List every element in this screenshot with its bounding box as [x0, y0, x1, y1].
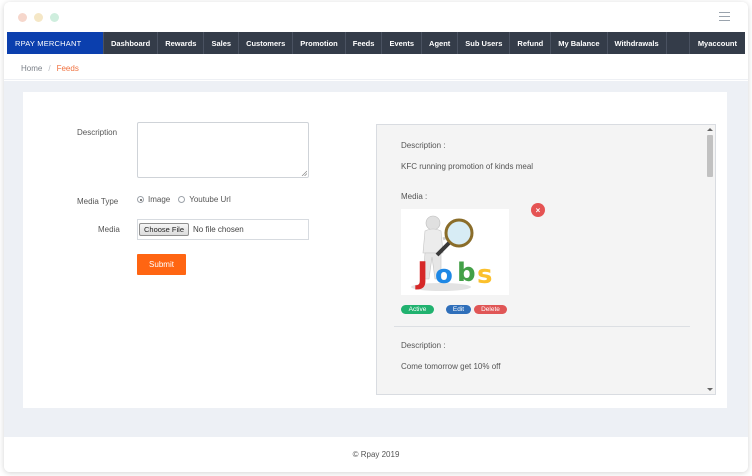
minimize-window-dot[interactable]	[34, 13, 43, 22]
scroll-up-arrow-icon[interactable]	[707, 128, 713, 131]
window-titlebar	[4, 2, 748, 32]
footer-copyright: © Rpay 2019	[352, 450, 400, 459]
feed-description-text: Come tomorrow get 10% off	[401, 362, 501, 371]
feed-divider	[394, 326, 690, 327]
youtube-url-radio[interactable]	[178, 196, 186, 203]
nav-events[interactable]: Events	[381, 32, 421, 54]
description-textarea[interactable]	[137, 122, 309, 178]
feed-description-label: Description :	[401, 141, 446, 150]
remove-media-icon[interactable]: ×	[531, 203, 545, 217]
feeds-card: Description Media Type Image Youtube Url…	[23, 92, 727, 408]
nav-customers[interactable]: Customers	[238, 32, 292, 54]
svg-text:J: J	[415, 256, 428, 291]
media-type-radio-group: Image Youtube Url	[137, 195, 231, 204]
breadcrumb-home[interactable]: Home	[21, 64, 42, 73]
edit-button[interactable]: Edit	[446, 305, 471, 314]
nav-spacer	[665, 32, 689, 54]
top-navbar: RPAY MERCHANT Dashboard Rewards Sales Cu…	[7, 32, 745, 54]
svg-text:b: b	[457, 258, 476, 288]
breadcrumb-separator: /	[48, 64, 51, 73]
media-label: Media	[98, 225, 120, 234]
nav-feeds[interactable]: Feeds	[344, 32, 382, 54]
footer: © Rpay 2019	[4, 437, 748, 472]
breadcrumb-current: Feeds	[56, 64, 79, 73]
media-file-input[interactable]: Choose File No file chosen	[137, 219, 309, 240]
breadcrumb: Home / Feeds	[4, 58, 748, 80]
nav-myaccount[interactable]: Myaccount	[688, 32, 745, 54]
feed-description-label: Description :	[401, 341, 446, 350]
content-area: Description Media Type Image Youtube Url…	[4, 81, 748, 437]
nav-withdrawals[interactable]: Withdrawals	[606, 32, 666, 54]
description-label: Description	[77, 128, 118, 137]
nav-sub-users[interactable]: Sub Users	[457, 32, 509, 54]
svg-text:s: s	[477, 260, 492, 290]
scroll-thumb[interactable]	[707, 135, 713, 177]
resize-handle-icon[interactable]	[301, 170, 307, 176]
feed-list-panel[interactable]: Description : KFC running promotion of k…	[376, 124, 716, 395]
nav-agent[interactable]: Agent	[421, 32, 457, 54]
file-status-text: No file chosen	[193, 225, 244, 234]
jobs-media-image: J o b s	[401, 209, 509, 295]
nav-dashboard[interactable]: Dashboard	[103, 32, 157, 54]
submit-button[interactable]: Submit	[137, 254, 186, 275]
feed-scrollbar[interactable]	[705, 125, 715, 394]
menu-icon[interactable]	[719, 12, 730, 22]
status-badge[interactable]: Active	[401, 305, 434, 314]
svg-text:o: o	[435, 260, 453, 290]
feed-media-label: Media :	[401, 192, 428, 201]
brand-logo[interactable]: RPAY MERCHANT	[7, 32, 103, 54]
youtube-url-radio-label[interactable]: Youtube Url	[189, 195, 231, 204]
scroll-down-arrow-icon[interactable]	[707, 388, 713, 391]
image-radio[interactable]	[137, 196, 144, 203]
browser-window: RPAY MERCHANT Dashboard Rewards Sales Cu…	[4, 2, 748, 472]
choose-file-button[interactable]: Choose File	[139, 223, 190, 236]
delete-button[interactable]: Delete	[474, 305, 507, 314]
nav-sales[interactable]: Sales	[203, 32, 238, 54]
nav-promotion[interactable]: Promotion	[292, 32, 345, 54]
nav-my-balance[interactable]: My Balance	[550, 32, 606, 54]
nav-refund[interactable]: Refund	[509, 32, 550, 54]
nav-rewards[interactable]: Rewards	[157, 32, 203, 54]
media-type-label: Media Type	[77, 197, 119, 206]
feed-description-text: KFC running promotion of kinds meal	[401, 162, 534, 171]
maximize-window-dot[interactable]	[50, 13, 59, 22]
close-window-dot[interactable]	[18, 13, 27, 22]
image-radio-label[interactable]: Image	[148, 195, 170, 204]
